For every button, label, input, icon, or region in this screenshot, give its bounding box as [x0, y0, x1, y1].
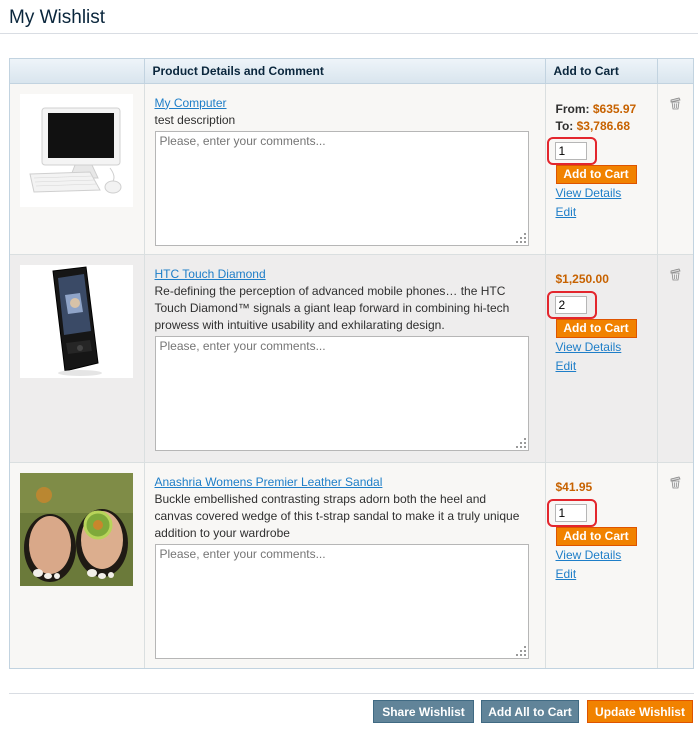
resize-grip-icon[interactable] — [515, 437, 527, 449]
product-details-cell: Anashria Womens Premier Leather Sandal B… — [144, 462, 546, 668]
header-add-to-cart: Add to Cart — [545, 59, 658, 84]
remove-cell — [657, 83, 693, 255]
table-row: Anashria Womens Premier Leather Sandal B… — [10, 462, 693, 668]
qty-highlight — [546, 136, 597, 165]
comment-textarea[interactable] — [154, 335, 529, 451]
edit-link[interactable]: Edit — [556, 203, 657, 222]
header-image — [10, 59, 145, 84]
view-details-link[interactable]: View Details — [556, 338, 657, 357]
share-wishlist-button[interactable]: Share Wishlist — [373, 700, 474, 723]
qty-input[interactable] — [554, 295, 587, 314]
resize-grip-icon[interactable] — [515, 645, 527, 657]
product-image-phone[interactable] — [20, 264, 133, 378]
edit-link[interactable]: Edit — [556, 565, 657, 584]
product-description: Buckle embellished contrasting straps ad… — [154, 491, 520, 540]
remove-cell — [657, 462, 693, 668]
comment-textarea[interactable] — [154, 130, 529, 246]
product-description: test description — [154, 112, 236, 127]
price: $1,250.00 — [555, 271, 609, 286]
remove-cell — [657, 254, 693, 463]
add-all-to-cart-button[interactable]: Add All to Cart — [481, 700, 579, 723]
add-to-cart-cell: From: $635.97 To: $3,786.68 Add to Cart … — [545, 83, 658, 255]
qty-input[interactable] — [554, 141, 587, 160]
resize-grip-icon[interactable] — [515, 232, 527, 244]
comment-textarea[interactable] — [154, 543, 529, 659]
product-name-link[interactable]: HTC Touch Diamond — [155, 266, 535, 283]
price-from: From: $635.97 — [555, 101, 637, 116]
wishlist-table: Product Details and Comment Add to Cart — [9, 58, 694, 669]
trash-icon[interactable] — [668, 267, 682, 281]
price-to: To: $3,786.68 — [555, 118, 631, 133]
view-details-link[interactable]: View Details — [556, 546, 657, 565]
edit-link[interactable]: Edit — [556, 357, 657, 376]
page-title: My Wishlist — [9, 7, 106, 28]
product-image-cell — [10, 83, 145, 255]
add-to-cart-button[interactable]: Add to Cart — [555, 526, 637, 546]
product-name-link[interactable]: My Computer — [155, 95, 535, 112]
add-to-cart-button[interactable]: Add to Cart — [555, 164, 637, 184]
header-details: Product Details and Comment — [144, 59, 546, 84]
trash-icon[interactable] — [668, 96, 682, 110]
price: $41.95 — [555, 479, 593, 494]
product-name-link[interactable]: Anashria Womens Premier Leather Sandal — [155, 474, 535, 491]
product-details-cell: HTC Touch Diamond Re-defining the percep… — [144, 254, 546, 463]
product-image-cell — [10, 254, 145, 463]
product-image-computer[interactable] — [20, 93, 133, 207]
table-row: HTC Touch Diamond Re-defining the percep… — [10, 254, 693, 463]
product-details-cell: My Computer test description — [144, 83, 546, 255]
qty-highlight — [546, 290, 597, 319]
page-title-bar: My Wishlist — [0, 0, 698, 34]
qty-input[interactable] — [554, 503, 587, 522]
product-image-cell — [10, 462, 145, 668]
divider — [9, 693, 694, 694]
table-row: My Computer test description From: $635.… — [10, 83, 693, 255]
update-wishlist-button[interactable]: Update Wishlist — [587, 700, 693, 723]
trash-icon[interactable] — [668, 475, 682, 489]
product-description: Re-defining the perception of advanced m… — [154, 283, 510, 332]
qty-highlight — [546, 498, 597, 527]
header-remove — [657, 59, 693, 84]
add-to-cart-cell: $41.95 Add to Cart View Details Edit — [545, 462, 658, 668]
add-to-cart-cell: $1,250.00 Add to Cart View Details Edit — [545, 254, 658, 463]
product-image-sandal[interactable] — [20, 472, 133, 586]
view-details-link[interactable]: View Details — [556, 184, 657, 203]
add-to-cart-button[interactable]: Add to Cart — [555, 318, 637, 338]
